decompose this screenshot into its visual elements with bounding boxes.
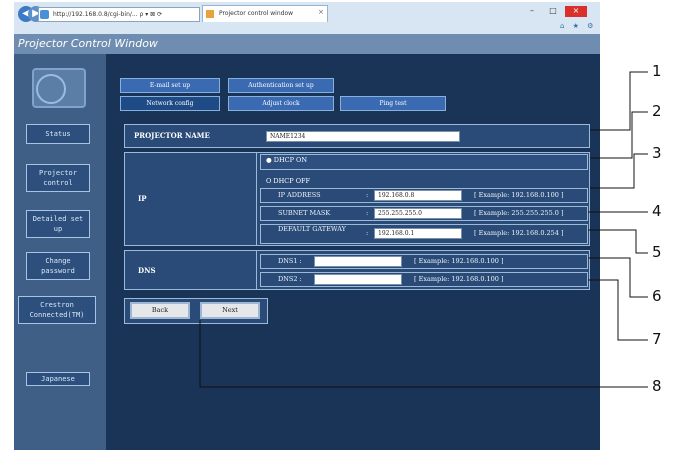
callout-3: 3 bbox=[652, 144, 662, 162]
callout-8: 8 bbox=[652, 377, 662, 395]
callout-4: 4 bbox=[652, 202, 662, 220]
callout-2: 2 bbox=[652, 102, 662, 120]
callout-6: 6 bbox=[652, 287, 662, 305]
callout-1: 1 bbox=[652, 62, 662, 80]
callout-7: 7 bbox=[652, 330, 662, 348]
callout-lines bbox=[199, 71, 648, 388]
callout-5: 5 bbox=[652, 243, 662, 261]
